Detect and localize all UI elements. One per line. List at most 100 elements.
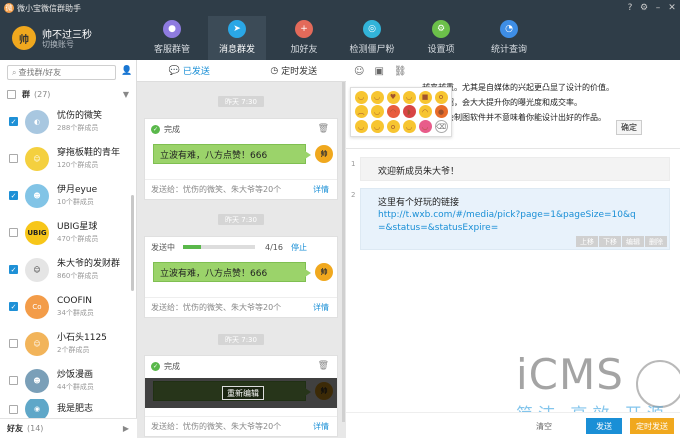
link-icon[interactable]: ⛓	[394, 66, 407, 77]
nav-mass-message[interactable]: ➤ 消息群发	[208, 16, 266, 60]
search-box[interactable]: ⌕	[7, 65, 116, 80]
top-nav-bar: 帅 帅不过三秒 切换账号 ● 客服群管 ➤ 消息群发 + 加好友 ◎ 检测僵尸粉…	[0, 16, 680, 60]
emoji-grin-icon[interactable]: ◡	[370, 90, 384, 104]
editor-text[interactable]: 越来越重。尤其是自媒体的兴起更凸显了设计的价值。 产品介绍，会大大提升你的曝光度…	[422, 80, 652, 125]
expand-arrow-icon[interactable]: ▶	[123, 424, 129, 433]
tab-scheduled[interactable]: ◷ 定时发送	[242, 60, 347, 81]
queued-message[interactable]: 2 这里有个好玩的链接 http://t.wxb.com/#/media/pic…	[351, 188, 670, 250]
emoji-scream-icon[interactable]: o	[434, 90, 448, 104]
trash-icon[interactable]: 🗑	[318, 361, 329, 371]
backspace-icon[interactable]: ⌫	[434, 120, 448, 134]
group-section-checkbox[interactable]	[7, 89, 16, 99]
queued-message[interactable]: 1 欢迎新成员朱大爷！	[351, 157, 670, 181]
group-checkbox[interactable]: ✓	[9, 265, 18, 274]
nav-customer-groups[interactable]: ● 客服群管	[143, 16, 201, 60]
emoji-heart-eyes-icon[interactable]: ♥	[386, 90, 400, 104]
collapse-arrow-icon[interactable]: ▼	[123, 90, 129, 99]
delete-button[interactable]: 删除	[645, 236, 667, 247]
group-avatar: ◐	[25, 109, 49, 134]
nav-zombie-check[interactable]: ◎ 检测僵尸粉	[343, 16, 401, 60]
add-friend-icon: +	[295, 20, 313, 38]
group-avatar: ☺	[25, 331, 49, 356]
add-person-icon[interactable]: 👤	[121, 66, 132, 76]
compose-footer: 清空 发送 定时发送	[346, 412, 680, 438]
emoji-blush-icon[interactable]: ◡	[370, 120, 384, 134]
scan-icon: ◎	[363, 20, 381, 38]
emoji-smile-icon[interactable]: ◡	[354, 90, 368, 104]
group-item[interactable]: ✓ ◐ 忧伤的微笑 288个群成员	[0, 103, 131, 140]
sender-avatar: 帅	[315, 263, 333, 281]
emoji-kiss-icon[interactable]: o	[386, 120, 400, 134]
clear-button[interactable]: 清空	[536, 421, 552, 432]
details-link[interactable]: 详情	[313, 302, 329, 313]
group-checkbox[interactable]	[9, 404, 18, 414]
group-item[interactable]: ✓ ☺ 朱大爷的发财群 860个群成员	[0, 251, 131, 288]
trash-icon[interactable]: 🗑	[318, 124, 329, 134]
emoji-laugh-icon[interactable]: ◡	[402, 90, 416, 104]
emoji-icon[interactable]: ☺	[354, 66, 364, 77]
user-avatar[interactable]: 帅	[12, 26, 36, 50]
friends-section-header[interactable]: 好友 (14) ▶	[0, 418, 137, 438]
emoji-tongue-icon[interactable]: ◡	[418, 120, 432, 134]
emoji-joy-icon[interactable]: ◡	[402, 120, 416, 134]
group-item[interactable]: UBIG UBIG星球 470个群成员	[0, 214, 131, 251]
confirm-button[interactable]: 确定	[616, 120, 642, 135]
emoji-sweat-icon[interactable]: ◡	[370, 105, 384, 119]
editor-toolbar: ☺ ▣ ⛓	[346, 60, 680, 82]
timestamp: 昨天 7:30	[218, 214, 264, 225]
group-checkbox[interactable]	[9, 154, 18, 163]
sidebar-scrollbar[interactable]	[131, 195, 134, 291]
send-button[interactable]: 发送	[586, 418, 622, 434]
move-down-button[interactable]: 下移	[599, 236, 621, 247]
nav-add-friend[interactable]: + 加好友	[275, 16, 333, 60]
message-link[interactable]: http://t.wxb.com/#/media/pick?page=1&pag…	[378, 209, 638, 235]
reedit-button[interactable]: 重新编辑	[222, 386, 264, 400]
help-icon[interactable]: ?	[624, 2, 636, 14]
group-item[interactable]: ☺ 小石头1125 2个群成员	[0, 325, 131, 362]
minimize-icon[interactable]: –	[652, 2, 664, 14]
sender-avatar: 帅	[315, 145, 333, 163]
settings-icon[interactable]: ⚙	[638, 2, 650, 14]
tab-sent[interactable]: 💬 已发送	[137, 60, 242, 81]
group-avatar: ☻	[25, 183, 49, 208]
emoji-angry-icon[interactable]: ◠	[386, 105, 400, 119]
app-window: 微 微小宝微信群助手 ? ⚙ – ✕ 帅 帅不过三秒 切换账号 ● 客服群管 ➤…	[0, 0, 680, 438]
emoji-picker: ◡ ◡ ♥ ◡ ■ o ︵ ◡ ◠ ◗ ◠ ● ◡ ◡ o ◡ ◡ ⌫	[350, 87, 452, 137]
group-avatar: ◉	[25, 399, 49, 419]
details-link[interactable]: 详情	[313, 184, 329, 195]
emoji-sad-icon[interactable]: ︵	[354, 105, 368, 119]
stop-button[interactable]: 停止	[291, 242, 307, 253]
history-scrollbar[interactable]	[342, 82, 345, 422]
group-checkbox[interactable]	[9, 339, 18, 348]
group-item[interactable]: ☺ 穿拖板鞋的青年 120个群成员	[0, 140, 131, 177]
emoji-ball-icon[interactable]: ●	[434, 105, 448, 119]
nav-settings[interactable]: ⚙ 设置项	[412, 16, 470, 60]
group-item[interactable]: ☻ 炒饭漫画 44个群成员	[0, 362, 131, 399]
group-checkbox[interactable]	[9, 376, 18, 385]
close-icon[interactable]: ✕	[666, 2, 678, 14]
switch-account-link[interactable]: 切换账号	[42, 39, 74, 50]
group-checkbox[interactable]: ✓	[9, 302, 18, 311]
emoji-wink-icon[interactable]: ◡	[354, 120, 368, 134]
emoji-cry-icon[interactable]: ◠	[418, 105, 432, 119]
move-up-button[interactable]: 上移	[576, 236, 598, 247]
scheduled-send-button[interactable]: 定时发送	[630, 418, 674, 434]
group-avatar: Co	[25, 294, 49, 319]
edit-button[interactable]: 编辑	[622, 236, 644, 247]
image-icon[interactable]: ▣	[374, 66, 383, 77]
group-item[interactable]: ✓ ☻ 伊月eyue 10个群成员	[0, 177, 131, 214]
group-item[interactable]: ◉ 我是肥志	[0, 399, 131, 419]
group-avatar: ☺	[25, 146, 49, 171]
group-checkbox[interactable]: ✓	[9, 117, 18, 126]
nav-statistics[interactable]: ◔ 统计查询	[480, 16, 538, 60]
emoji-watermelon-icon[interactable]: ◗	[402, 105, 416, 119]
group-checkbox[interactable]: ✓	[9, 191, 18, 200]
group-item[interactable]: ✓ Co COOFIN 34个群成员	[0, 288, 131, 325]
group-section-header[interactable]: 群 (27) ▼	[0, 86, 137, 102]
check-circle-icon: ✓	[151, 124, 160, 134]
emoji-cool-icon[interactable]: ■	[418, 90, 432, 104]
details-link[interactable]: 详情	[313, 421, 329, 432]
search-input[interactable]	[18, 68, 99, 77]
history-card: ✓完成🗑 帅 重新编辑 发送给：忧伤的微笑、朱大爷等20个详情	[144, 355, 338, 437]
group-checkbox[interactable]	[9, 228, 18, 237]
